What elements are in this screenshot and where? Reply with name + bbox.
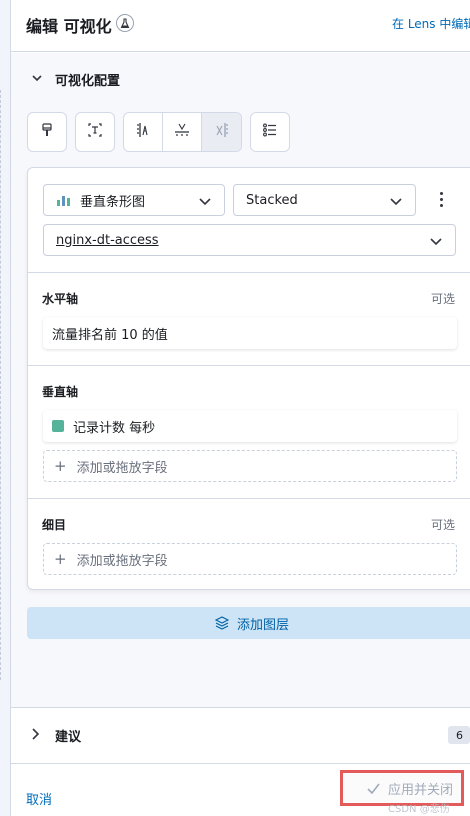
axis-button-group (123, 112, 242, 152)
add-layer-label: 添加图层 (236, 617, 289, 633)
stack-mode-label: Stacked (246, 192, 298, 208)
data-view-label: nginx-dt-access (56, 232, 159, 248)
visualization-config-label: 可视化配置 (55, 74, 121, 89)
stack-mode-select[interactable]: Stacked (233, 184, 416, 216)
apply-label: 应用并关闭 (388, 782, 454, 798)
appearance-button[interactable] (27, 112, 67, 152)
chevron-down-icon (31, 72, 43, 88)
horizontal-axis-value: 流量排名前 10 的值 (52, 327, 168, 343)
data-view-select[interactable]: nginx-dt-access (43, 224, 456, 256)
legend-button[interactable] (250, 112, 290, 152)
add-field-label: 添加或拖放字段 (76, 553, 168, 569)
paintbrush-icon (39, 122, 55, 142)
divider (28, 365, 470, 366)
layer-panel: 垂直条形图 Stacked nginx-dt-access 水平轴 可选 流量排… (27, 167, 470, 590)
flyout-header: 编辑 可视化 在 Lens 中编辑 (11, 0, 470, 52)
visualization-config-toggle[interactable]: 可视化配置 (31, 70, 120, 89)
layers-icon (214, 616, 237, 630)
suggestions-count-badge: 6 (448, 726, 470, 744)
config-toolbar (27, 112, 290, 152)
edit-in-lens-link[interactable]: 在 Lens 中编辑 (392, 15, 470, 32)
text-box-icon (87, 122, 103, 142)
layer-actions-kebab-icon[interactable] (440, 192, 443, 207)
add-field-label: 添加或拖放字段 (76, 460, 168, 476)
right-axis-button[interactable] (202, 113, 241, 151)
add-layer-button[interactable]: 添加图层 (27, 607, 470, 639)
cancel-button[interactable]: 取消 (26, 789, 52, 808)
bottom-axis-icon (173, 121, 191, 143)
check-icon (367, 783, 388, 794)
divider (11, 707, 470, 708)
chevron-right-icon (31, 727, 41, 745)
titles-text-button[interactable] (75, 112, 115, 152)
horizontal-axis-optional: 可选 (431, 292, 456, 306)
chevron-down-icon (429, 234, 443, 252)
divider (28, 498, 470, 499)
vertical-axis-add-field[interactable]: + 添加或拖放字段 (43, 450, 457, 482)
left-strip (0, 0, 11, 816)
breakdown-optional: 可选 (431, 518, 456, 532)
chevron-down-icon (198, 194, 212, 212)
breakdown-add-field[interactable]: + 添加或拖放字段 (43, 543, 457, 575)
chart-type-select[interactable]: 垂直条形图 (43, 184, 225, 216)
watermark: CSDN @悲伤 (388, 804, 450, 815)
bottom-axis-button[interactable] (163, 113, 202, 151)
plus-icon: + (54, 457, 67, 475)
horizontal-axis-title: 水平轴 (42, 292, 79, 306)
series-color-swatch (52, 420, 64, 432)
flask-icon (116, 14, 134, 32)
bar-chart-icon (56, 193, 72, 207)
chart-type-label: 垂直条形图 (80, 194, 146, 210)
legend-list-icon (262, 122, 278, 142)
right-axis-icon (213, 121, 231, 143)
breakdown-title: 细目 (42, 518, 67, 532)
edit-visualization-flyout: 编辑 可视化 在 Lens 中编辑 可视化配置 垂直条形图 Stacked ng… (11, 0, 470, 816)
left-axis-button[interactable] (124, 113, 163, 151)
horizontal-axis-dimension[interactable]: 流量排名前 10 的值 (43, 317, 457, 349)
suggestions-label: 建议 (55, 730, 82, 745)
divider (28, 272, 470, 273)
vertical-axis-dimension[interactable]: 记录计数 每秒 (43, 410, 457, 442)
chevron-down-icon (389, 194, 403, 212)
left-axis-icon (134, 121, 152, 143)
vertical-axis-title: 垂直轴 (42, 385, 79, 399)
suggestions-toggle[interactable]: 建议 (31, 726, 81, 745)
flyout-title: 编辑 可视化 (26, 17, 112, 36)
left-strip-dash (0, 90, 1, 680)
vertical-axis-value: 记录计数 每秒 (73, 420, 156, 436)
plus-icon: + (54, 550, 67, 568)
